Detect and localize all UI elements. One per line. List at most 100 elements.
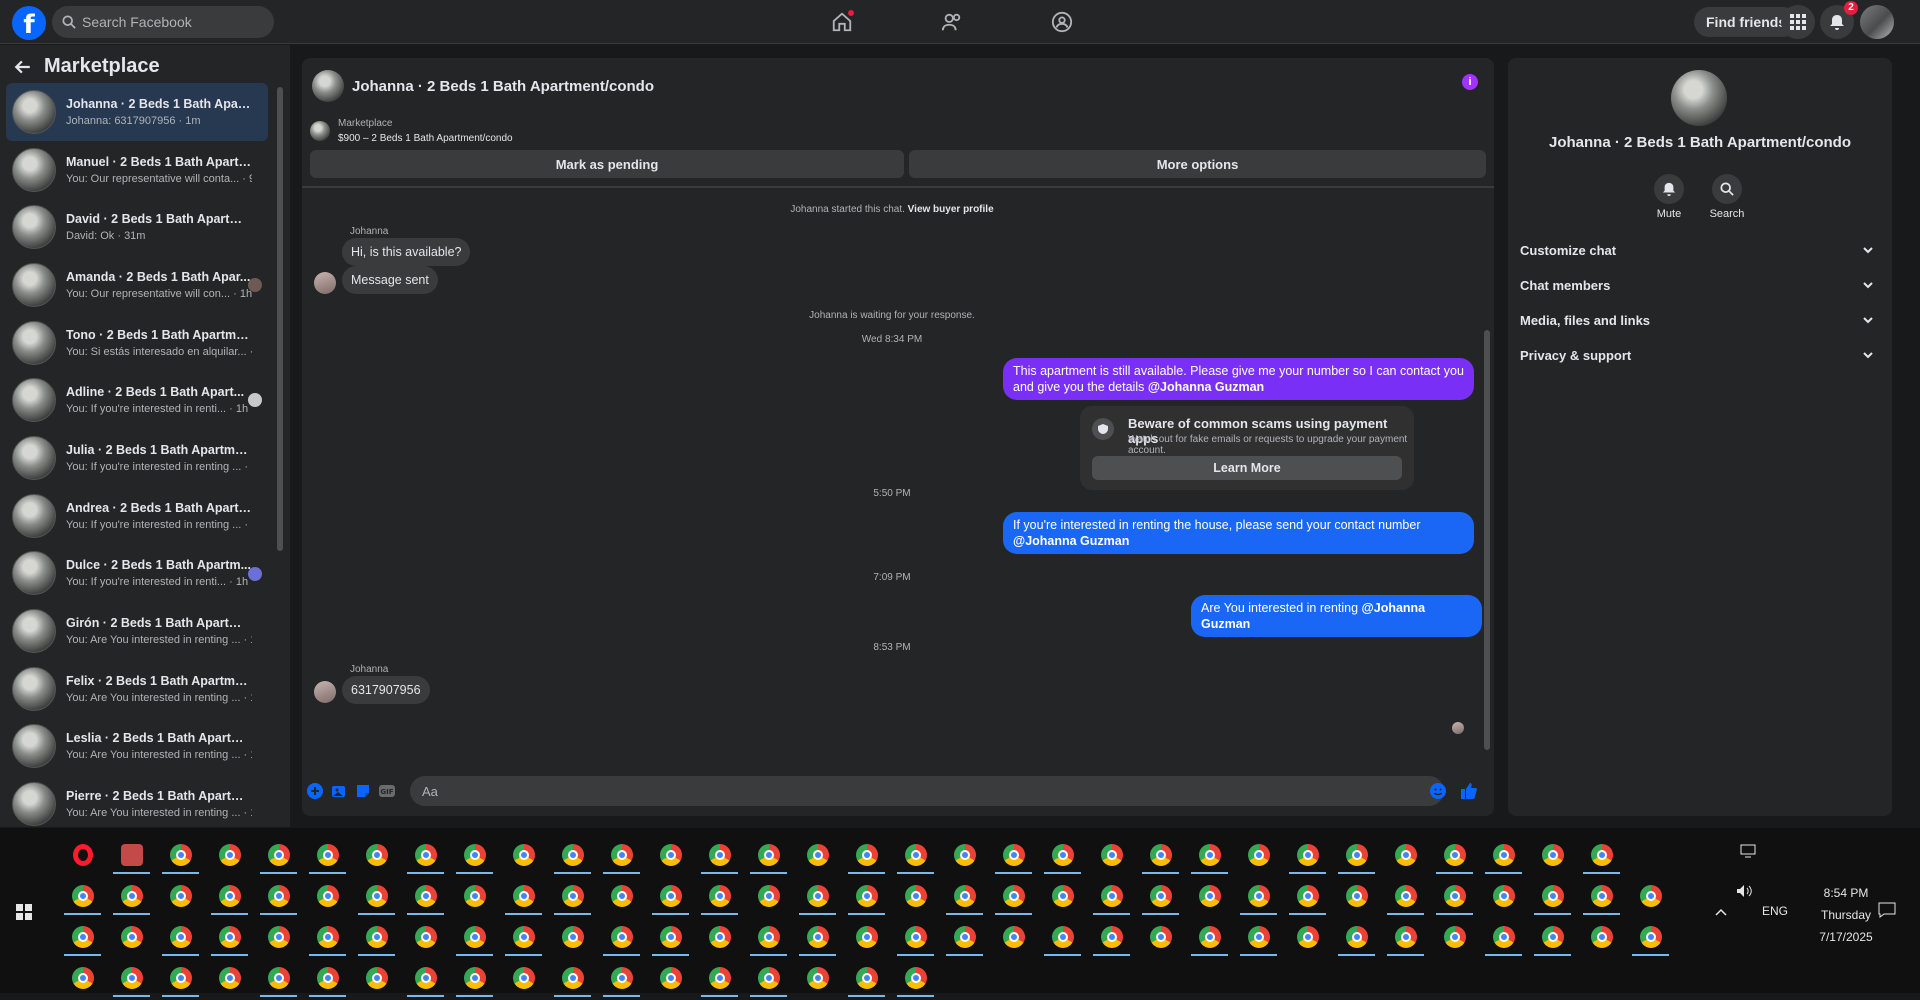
outgoing-message[interactable]: Are You interested in renting @Johanna G…: [1191, 595, 1482, 637]
chrome-browser-icon[interactable]: [842, 959, 891, 997]
back-arrow-icon[interactable]: [14, 58, 32, 76]
mark-pending-button[interactable]: Mark as pending: [310, 150, 904, 178]
chrome-browser-icon[interactable]: [58, 918, 107, 956]
language-indicator[interactable]: ENG: [1762, 904, 1788, 918]
chrome-browser-icon[interactable]: [303, 877, 352, 915]
chrome-browser-icon[interactable]: [1381, 836, 1430, 874]
chrome-browser-icon[interactable]: [1038, 918, 1087, 956]
chrome-browser-icon[interactable]: [646, 959, 695, 997]
chrome-browser-icon[interactable]: [891, 877, 940, 915]
chrome-browser-icon[interactable]: [1283, 918, 1332, 956]
learn-more-button[interactable]: Learn More: [1092, 456, 1402, 480]
chrome-browser-icon[interactable]: [1577, 918, 1626, 956]
chrome-browser-icon[interactable]: [499, 877, 548, 915]
gif-icon[interactable]: GIF: [378, 782, 396, 800]
sidebar-scrollbar[interactable]: [276, 75, 284, 865]
menu-grid-icon[interactable]: [1781, 5, 1815, 39]
chrome-browser-icon[interactable]: [205, 836, 254, 874]
sender-avatar[interactable]: [314, 681, 336, 703]
chrome-browser-icon[interactable]: [1626, 918, 1675, 956]
chrome-browser-icon[interactable]: [1577, 836, 1626, 874]
chrome-browser-icon[interactable]: [254, 877, 303, 915]
chrome-browser-icon[interactable]: [597, 877, 646, 915]
chrome-browser-icon[interactable]: [1332, 877, 1381, 915]
chrome-browser-icon[interactable]: [793, 918, 842, 956]
search-input[interactable]: [82, 14, 262, 30]
chrome-browser-icon[interactable]: [989, 877, 1038, 915]
chrome-browser-icon[interactable]: [1087, 836, 1136, 874]
incoming-message[interactable]: Message sent: [342, 266, 438, 294]
chrome-browser-icon[interactable]: [254, 959, 303, 997]
chrome-browser-icon[interactable]: [1626, 877, 1675, 915]
profile-avatar[interactable]: [1860, 5, 1894, 39]
chrome-browser-icon[interactable]: [156, 877, 205, 915]
chrome-browser-icon[interactable]: [352, 877, 401, 915]
chevron-up-icon[interactable]: [1714, 906, 1728, 920]
photo-icon[interactable]: [330, 782, 348, 800]
chrome-browser-icon[interactable]: [156, 959, 205, 997]
chrome-browser-icon[interactable]: [1234, 836, 1283, 874]
incoming-message[interactable]: Hi, is this available?: [342, 238, 471, 266]
chrome-browser-icon[interactable]: [401, 918, 450, 956]
chrome-browser-icon[interactable]: [793, 877, 842, 915]
chrome-browser-icon[interactable]: [401, 877, 450, 915]
chrome-browser-icon[interactable]: [989, 836, 1038, 874]
opera-browser-icon[interactable]: [58, 836, 107, 874]
chrome-browser-icon[interactable]: [450, 836, 499, 874]
chrome-browser-icon[interactable]: [695, 877, 744, 915]
chrome-browser-icon[interactable]: [58, 959, 107, 997]
chrome-browser-icon[interactable]: [1381, 918, 1430, 956]
conversation-item[interactable]: Girón · 2 Beds 1 Bath Apartmen... You: Ar…: [6, 602, 268, 660]
chat-header[interactable]: Johanna · 2 Beds 1 Bath Apartment/condo: [312, 68, 654, 104]
chrome-browser-icon[interactable]: [1381, 877, 1430, 915]
conversation-item[interactable]: Julia · 2 Beds 1 Bath Apartment/... You: …: [6, 429, 268, 487]
search-box[interactable]: [52, 6, 274, 38]
chrome-browser-icon[interactable]: [793, 959, 842, 997]
chrome-browser-icon[interactable]: [450, 959, 499, 997]
chrome-browser-icon[interactable]: [499, 918, 548, 956]
chrome-browser-icon[interactable]: [107, 959, 156, 997]
chrome-browser-icon[interactable]: [891, 959, 940, 997]
chrome-browser-icon[interactable]: [940, 918, 989, 956]
clock[interactable]: 8:54 PM Thursday 7/17/2025: [1806, 882, 1886, 948]
view-buyer-profile-link[interactable]: View buyer profile: [908, 204, 994, 215]
chrome-browser-icon[interactable]: [205, 959, 254, 997]
chrome-browser-icon[interactable]: [352, 918, 401, 956]
chrome-browser-icon[interactable]: [1038, 877, 1087, 915]
chat-scrollbar[interactable]: [1482, 190, 1492, 762]
chrome-browser-icon[interactable]: [940, 877, 989, 915]
chrome-browser-icon[interactable]: [1185, 836, 1234, 874]
chrome-browser-icon[interactable]: [499, 959, 548, 997]
chrome-browser-icon[interactable]: [450, 877, 499, 915]
mention-link[interactable]: @Johanna Guzman: [1148, 380, 1264, 394]
info-icon[interactable]: i: [1462, 74, 1478, 90]
conversation-item[interactable]: Dulce · 2 Beds 1 Bath Apartm... You: If y…: [6, 545, 268, 603]
chrome-browser-icon[interactable]: [254, 918, 303, 956]
chrome-browser-icon[interactable]: [1038, 836, 1087, 874]
chrome-browser-icon[interactable]: [1332, 836, 1381, 874]
thumbs-up-icon[interactable]: [1460, 782, 1478, 800]
conversation-item[interactable]: Leslia · 2 Beds 1 Bath Apartme... You: Ar…: [6, 718, 268, 776]
mention-link[interactable]: @Johanna Guzman: [1013, 534, 1129, 548]
chrome-browser-icon[interactable]: [352, 836, 401, 874]
message-input[interactable]: [410, 776, 1444, 806]
conversation-item[interactable]: Felix · 2 Beds 1 Bath Apartment/... You: …: [6, 660, 268, 718]
chrome-browser-icon[interactable]: [744, 836, 793, 874]
home-icon[interactable]: [828, 8, 856, 36]
chrome-browser-icon[interactable]: [1185, 877, 1234, 915]
plus-icon[interactable]: [306, 782, 324, 800]
chrome-browser-icon[interactable]: [1136, 877, 1185, 915]
chrome-browser-icon[interactable]: [107, 918, 156, 956]
chrome-browser-icon[interactable]: [401, 836, 450, 874]
chrome-browser-icon[interactable]: [891, 918, 940, 956]
volume-icon[interactable]: [1736, 884, 1754, 901]
chrome-browser-icon[interactable]: [842, 836, 891, 874]
chrome-browser-icon[interactable]: [107, 877, 156, 915]
chrome-browser-icon[interactable]: [1185, 918, 1234, 956]
chrome-browser-icon[interactable]: [499, 836, 548, 874]
facebook-logo[interactable]: f: [12, 6, 46, 40]
windows-start-icon[interactable]: [16, 904, 32, 920]
chrome-browser-icon[interactable]: [352, 959, 401, 997]
chrome-browser-icon[interactable]: [940, 836, 989, 874]
chrome-browser-icon[interactable]: [1479, 877, 1528, 915]
